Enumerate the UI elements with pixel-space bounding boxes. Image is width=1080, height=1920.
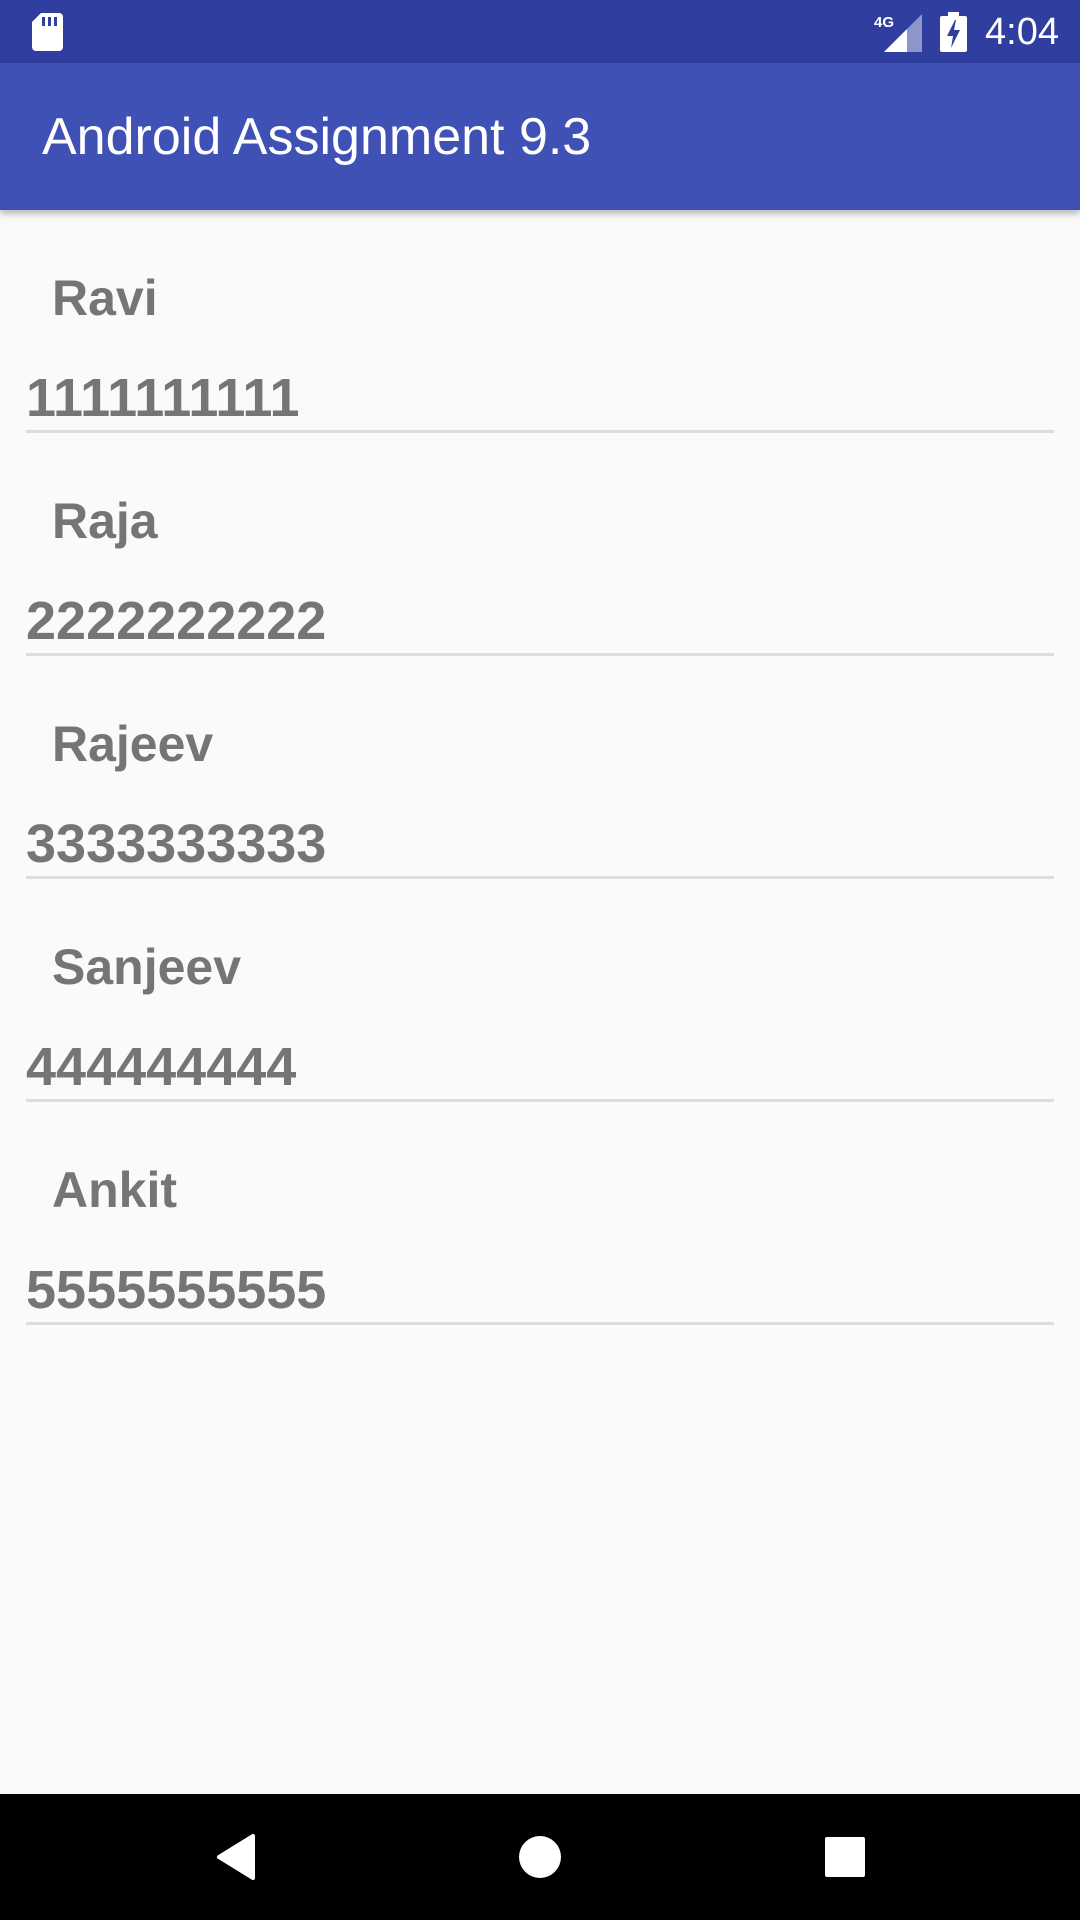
signal-4g-icon: 4G	[874, 14, 922, 52]
contact-phone: 1111111111	[26, 368, 300, 428]
divider	[26, 1322, 1054, 1325]
contact-name: Ravi	[52, 270, 158, 326]
list-item[interactable]: Rajeev 3333333333	[0, 656, 1080, 879]
home-icon[interactable]	[507, 1824, 573, 1890]
network-type-label: 4G	[874, 14, 894, 31]
back-icon[interactable]	[203, 1824, 269, 1890]
contact-phone: 2222222222	[26, 591, 327, 651]
contact-phone: 444444444	[26, 1037, 297, 1097]
contact-name: Raja	[52, 493, 158, 549]
app-bar: Android Assignment 9.3	[0, 63, 1080, 210]
list-item[interactable]: Sanjeev 444444444	[0, 879, 1080, 1102]
screen: 4G 4:04 Android Assignment 9.3 Ravi 1111…	[0, 0, 1080, 1920]
sd-card-icon	[32, 13, 63, 51]
navigation-bar	[0, 1794, 1080, 1920]
contact-name: Sanjeev	[52, 939, 242, 995]
status-bar: 4G 4:04	[0, 0, 1080, 63]
list-item[interactable]: Ravi 1111111111	[0, 210, 1080, 433]
contact-name: Rajeev	[52, 716, 214, 772]
battery-charging-icon	[940, 12, 967, 52]
app-title: Android Assignment 9.3	[42, 108, 592, 166]
recents-icon[interactable]	[812, 1824, 878, 1890]
contact-list[interactable]: Ravi 1111111111 Raja 2222222222 Rajeev 3…	[0, 210, 1080, 1325]
list-item[interactable]: Raja 2222222222	[0, 433, 1080, 656]
contact-phone: 5555555555	[26, 1260, 327, 1320]
contact-phone: 3333333333	[26, 814, 327, 874]
contact-name: Ankit	[52, 1162, 177, 1218]
list-item[interactable]: Ankit 5555555555	[0, 1102, 1080, 1325]
status-clock: 4:04	[985, 11, 1059, 53]
